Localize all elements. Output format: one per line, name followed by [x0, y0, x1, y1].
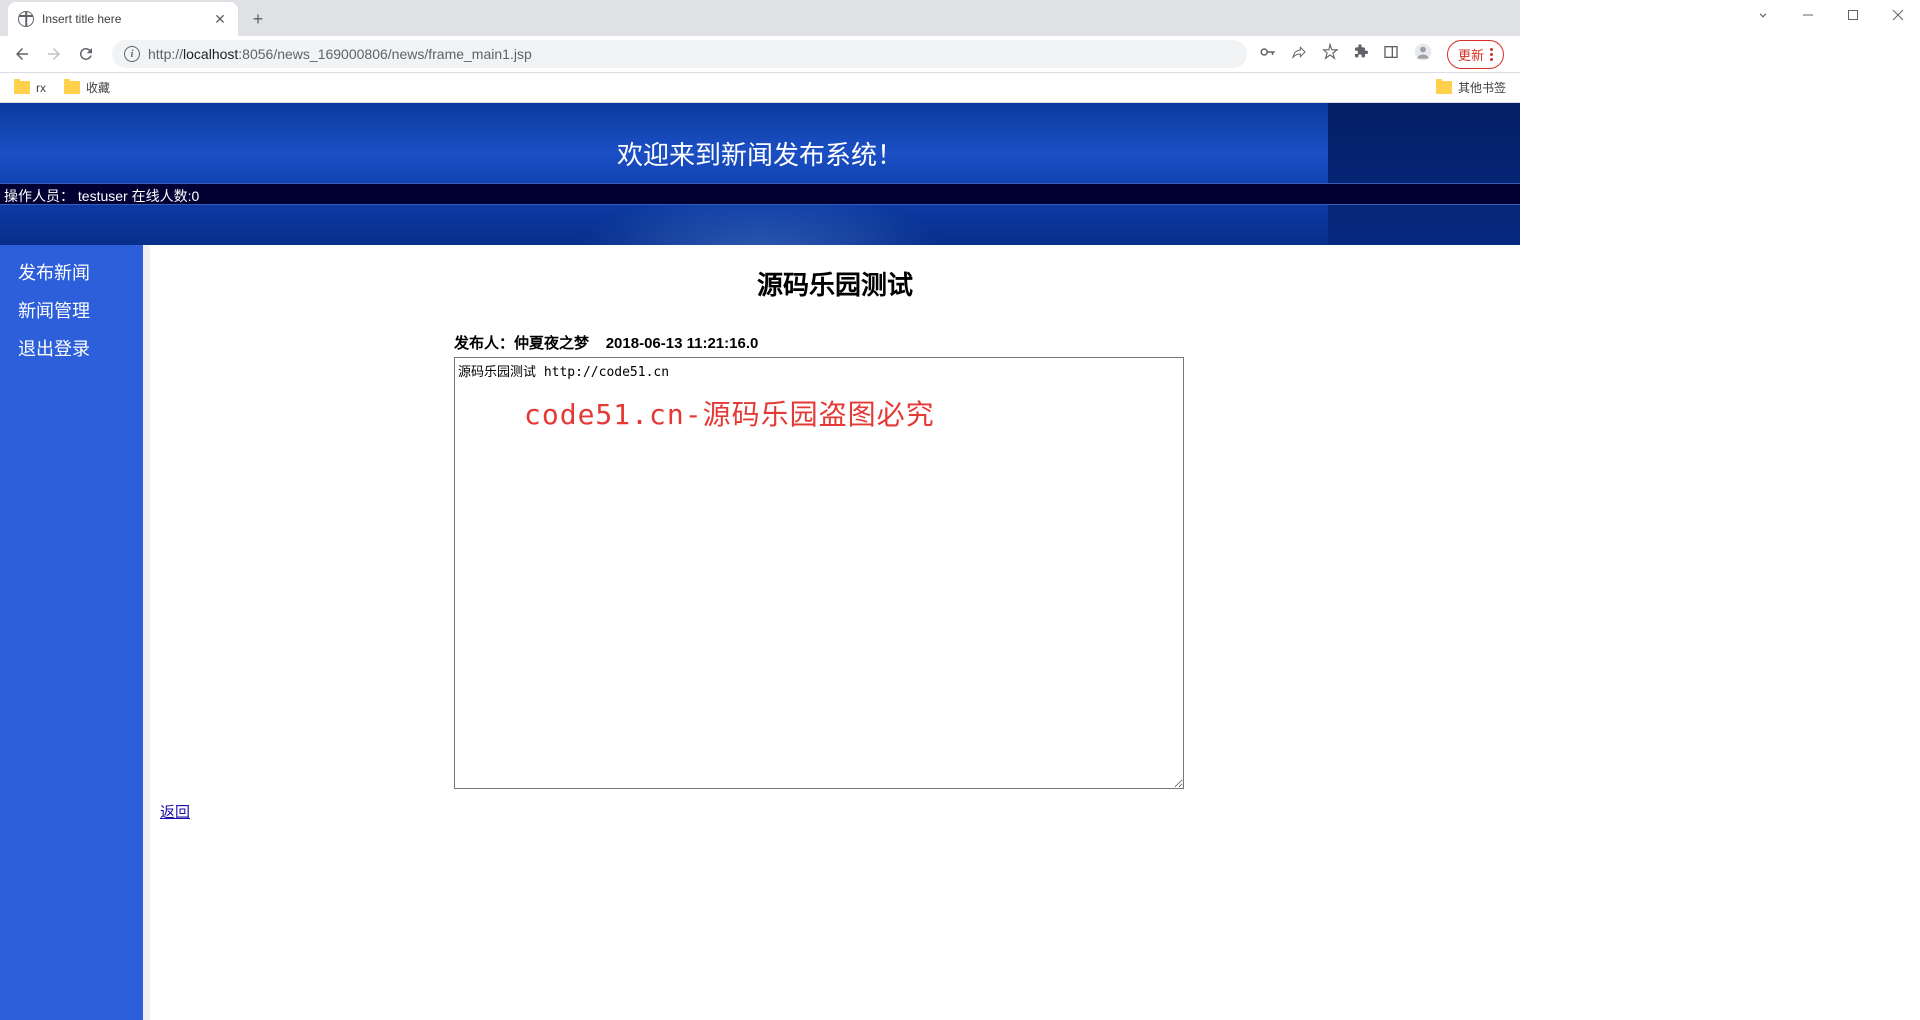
- bookmark-rx[interactable]: rx: [14, 81, 46, 95]
- app-body: 发布新闻 新闻管理 退出登录 源码乐园测试 发布人：仲夏夜之梦 2018-06-…: [0, 245, 1520, 1020]
- new-tab-button[interactable]: +: [244, 5, 272, 33]
- bookmark-favorites[interactable]: 收藏: [64, 79, 110, 96]
- maximize-button[interactable]: [1830, 0, 1875, 30]
- article-title: 源码乐园测试: [150, 265, 1520, 302]
- share-icon[interactable]: [1291, 44, 1307, 65]
- folder-icon: [1436, 81, 1452, 94]
- folder-icon: [64, 81, 80, 94]
- address-bar[interactable]: i http://localhost:8056/news_169000806/n…: [112, 40, 1247, 68]
- status-bar: 操作人员： testuser 在线人数:0: [0, 183, 1520, 205]
- tab-bar: Insert title here ✕ +: [0, 0, 1520, 36]
- site-info-icon[interactable]: i: [124, 46, 140, 62]
- sidebar: 发布新闻 新闻管理 退出登录: [0, 245, 143, 1020]
- sidebar-item-publish[interactable]: 发布新闻: [0, 253, 143, 291]
- app-header: 欢迎来到新闻发布系统！ 操作人员： testuser 在线人数:0: [0, 103, 1520, 245]
- key-icon[interactable]: [1259, 43, 1277, 66]
- sidebar-item-logout[interactable]: 退出登录: [0, 329, 143, 367]
- extensions-icon[interactable]: [1353, 44, 1369, 65]
- browser-toolbar: i http://localhost:8056/news_169000806/n…: [0, 36, 1520, 73]
- toolbar-icons: 更新: [1259, 40, 1512, 69]
- chevron-down-icon[interactable]: [1740, 0, 1785, 30]
- minimize-button[interactable]: [1785, 0, 1830, 30]
- sidepanel-icon[interactable]: [1383, 44, 1399, 65]
- folder-icon: [14, 81, 30, 94]
- article-meta: 发布人：仲夏夜之梦 2018-06-13 11:21:16.0: [150, 332, 1520, 353]
- star-icon[interactable]: [1321, 43, 1339, 66]
- bookmarks-bar: rx 收藏 其他书签: [0, 73, 1520, 103]
- main-content: 源码乐园测试 发布人：仲夏夜之梦 2018-06-13 11:21:16.0 c…: [143, 245, 1520, 1020]
- page-title: 欢迎来到新闻发布系统！: [0, 103, 1520, 172]
- menu-dots-icon: [1490, 48, 1493, 61]
- back-link[interactable]: 返回: [160, 801, 190, 822]
- window-controls: [1740, 0, 1920, 30]
- close-icon[interactable]: ✕: [212, 11, 228, 27]
- forward-button[interactable]: [40, 40, 68, 68]
- back-button[interactable]: [8, 40, 36, 68]
- browser-chrome: Insert title here ✕ +: [0, 0, 1520, 103]
- sidebar-item-manage[interactable]: 新闻管理: [0, 291, 143, 329]
- article-content-textarea[interactable]: [454, 357, 1184, 789]
- reload-button[interactable]: [72, 40, 100, 68]
- url-text: http://localhost:8056/news_169000806/new…: [148, 46, 532, 62]
- browser-tab[interactable]: Insert title here ✕: [8, 2, 238, 36]
- close-window-button[interactable]: [1875, 0, 1920, 30]
- globe-icon: [18, 11, 34, 27]
- tab-title: Insert title here: [42, 12, 204, 26]
- bookmark-other[interactable]: 其他书签: [1436, 79, 1506, 96]
- profile-icon[interactable]: [1413, 42, 1433, 67]
- update-button[interactable]: 更新: [1447, 40, 1504, 69]
